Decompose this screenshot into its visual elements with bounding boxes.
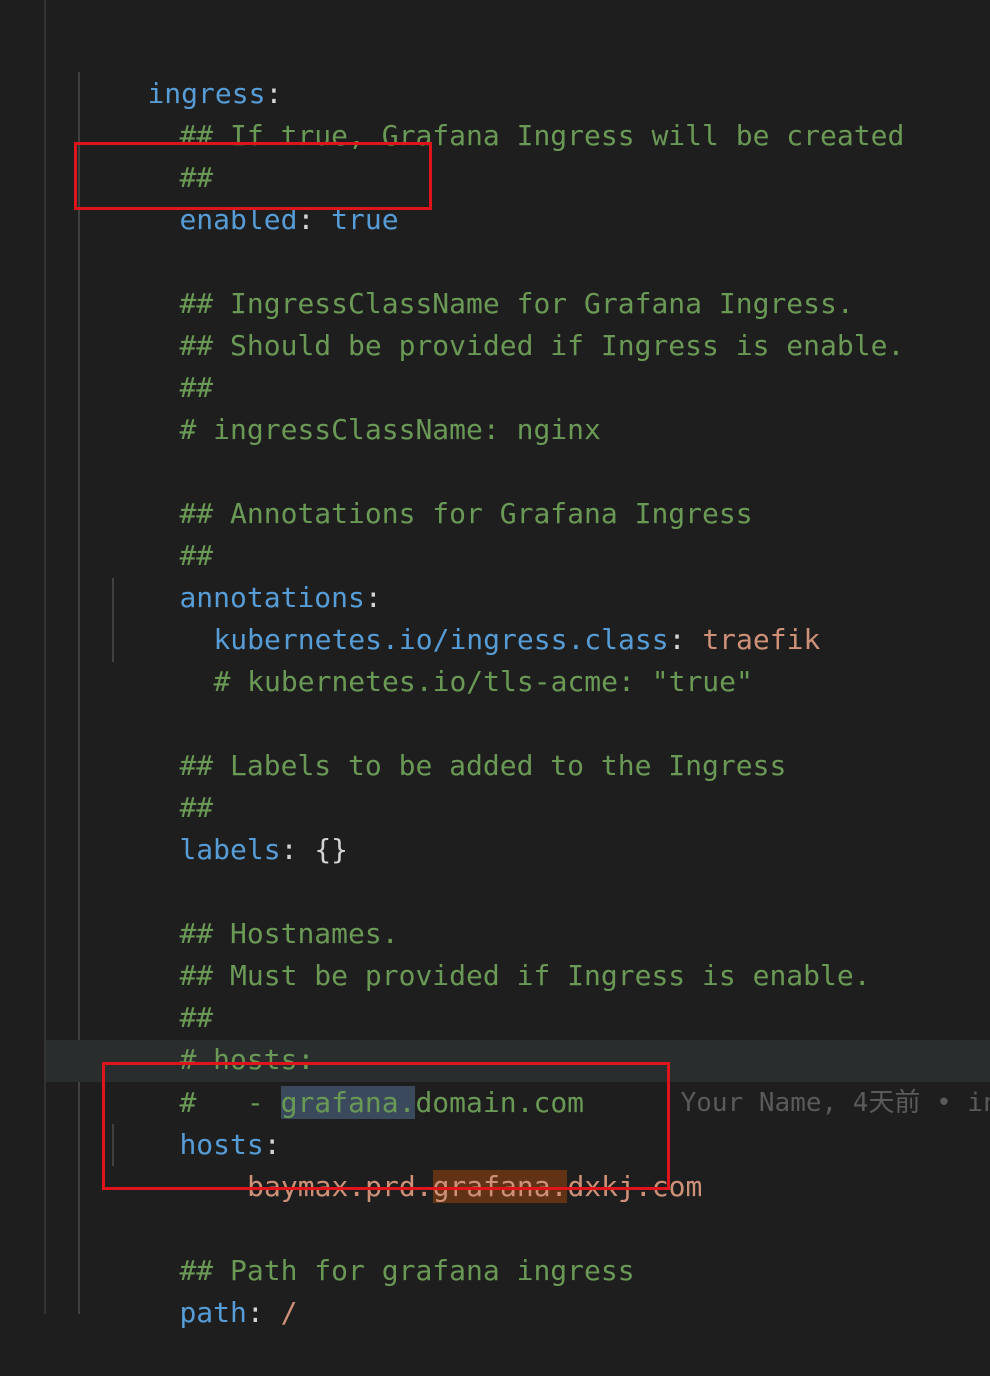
yaml-colon: : xyxy=(246,1296,281,1329)
yaml-comment: ## Annotations for Grafana Ingress xyxy=(179,497,753,530)
yaml-comment: # kubernetes.io/tls-acme: "true" xyxy=(213,665,753,698)
code-line[interactable]: ## xyxy=(112,493,213,572)
code-line[interactable]: ## xyxy=(112,745,213,824)
git-blame-annotation: Your Name, 4天前 • init xyxy=(618,1040,990,1118)
yaml-value: {} xyxy=(314,833,349,866)
code-line[interactable]: ## xyxy=(112,325,213,404)
yaml-comment: ## Labels to be added to the Ingress xyxy=(179,749,787,782)
yaml-comment: ## Should be provided if Ingress is enab… xyxy=(179,329,905,362)
annotation-box-enabled xyxy=(74,142,432,210)
code-editor[interactable]: ingress: ## If true, Grafana Ingress wil… xyxy=(0,0,990,1329)
code-line[interactable]: ## IngressClassName for Grafana Ingress. xyxy=(112,241,853,320)
code-line[interactable]: ## If true, Grafana Ingress will be crea… xyxy=(112,73,904,152)
code-line[interactable]: ingress: xyxy=(80,31,282,110)
code-line[interactable]: ## Labels to be added to the Ingress xyxy=(112,703,786,782)
code-line[interactable]: # kubernetes.io/tls-acme: "true" xyxy=(146,619,752,698)
code-line[interactable]: ## xyxy=(112,955,213,1034)
code-line[interactable]: ## Path for grafana ingress xyxy=(112,1208,634,1287)
code-line[interactable]: kubernetes.io/ingress.class: traefik xyxy=(146,577,820,656)
yaml-comment: # ingressClassName: nginx xyxy=(179,413,601,446)
code-line[interactable]: path: / xyxy=(112,1250,297,1329)
code-line[interactable]: ## Hostnames. xyxy=(112,871,398,950)
annotation-box-hosts xyxy=(102,1062,670,1190)
code-line[interactable]: ## Annotations for Grafana Ingress xyxy=(112,451,752,530)
indent-guide xyxy=(78,72,80,1314)
code-line[interactable]: labels: {} xyxy=(112,787,348,866)
git-blame-text: Your Name, 4天前 • init xyxy=(680,1088,990,1118)
code-line[interactable]: annotations: xyxy=(112,535,381,614)
gutter-divider xyxy=(44,0,46,1314)
yaml-key: path xyxy=(179,1296,247,1329)
code-line[interactable]: ## Should be provided if Ingress is enab… xyxy=(112,283,904,362)
code-line[interactable]: # hosts: xyxy=(112,997,314,1076)
code-line[interactable]: # ingressClassName: nginx xyxy=(112,367,600,446)
yaml-key: labels xyxy=(179,833,281,866)
code-line[interactable]: ## Must be provided if Ingress is enable… xyxy=(112,913,870,992)
yaml-colon: : xyxy=(280,833,315,866)
yaml-comment: ## Must be provided if Ingress is enable… xyxy=(179,959,871,992)
yaml-value: / xyxy=(280,1296,298,1329)
